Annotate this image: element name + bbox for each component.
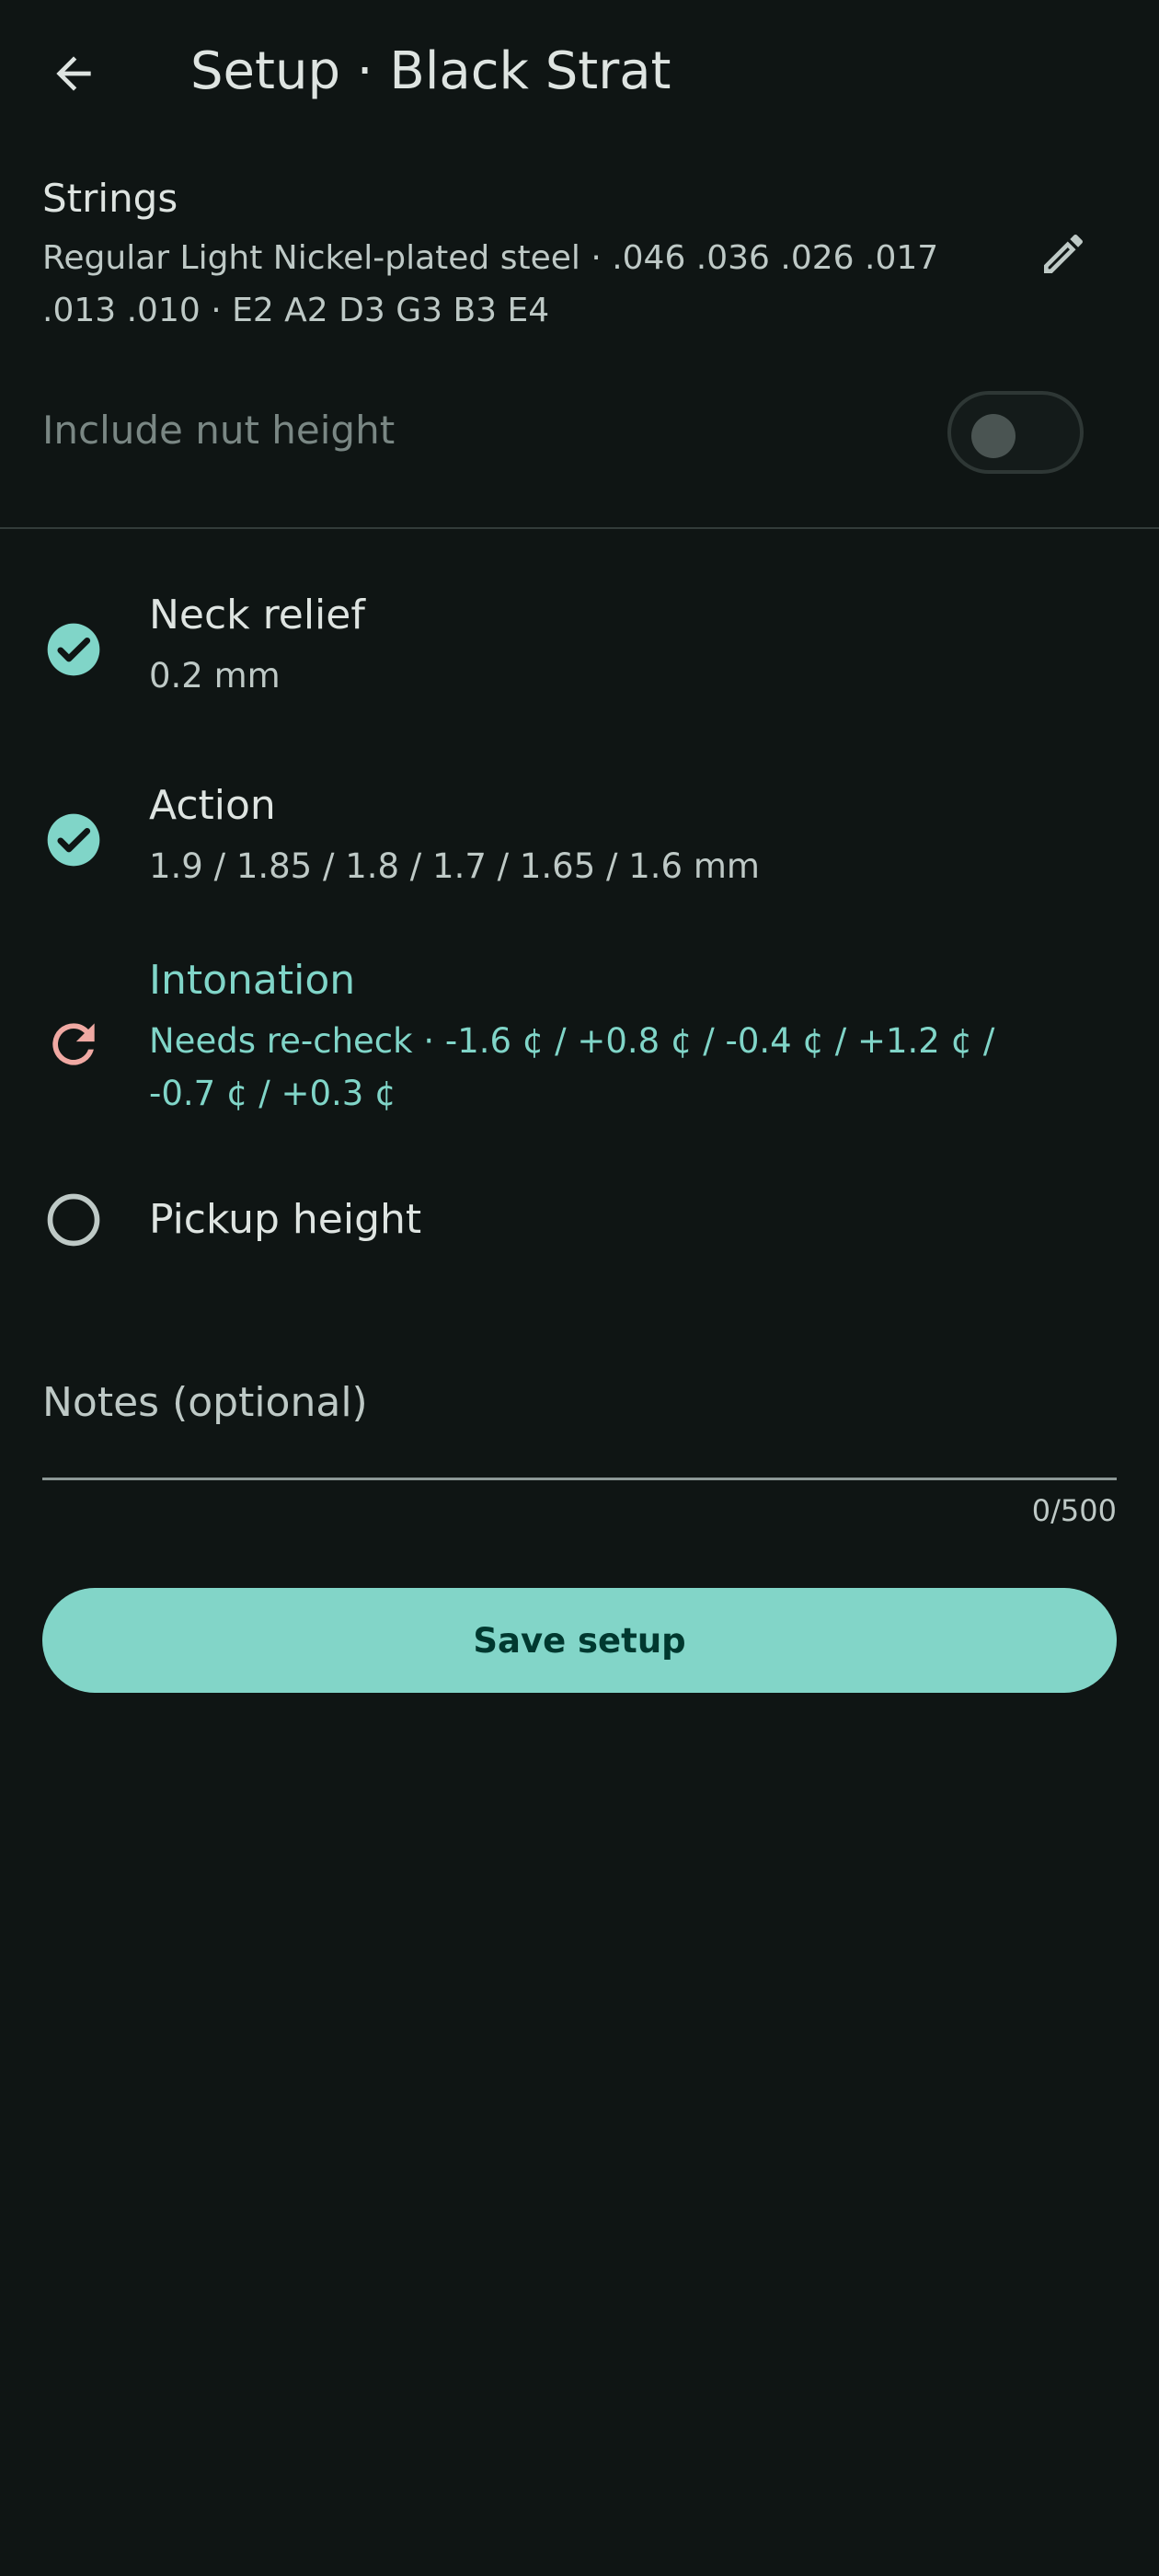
page-title: Setup · Black Strat	[190, 41, 671, 101]
check-circle-icon	[42, 618, 105, 681]
toggle-knob	[971, 414, 1016, 458]
nut-height-toggle[interactable]	[947, 391, 1084, 474]
checklist-item-subtitle: 1.9 / 1.85 / 1.8 / 1.7 / 1.65 / 1.6 mm	[149, 846, 760, 886]
divider	[0, 527, 1159, 529]
strings-heading: Strings	[42, 176, 178, 221]
setup-screen: Setup · Black Strat Strings Regular Ligh…	[0, 0, 1159, 2576]
check-circle-icon	[42, 809, 105, 871]
pencil-icon	[1044, 234, 1084, 273]
checklist-item-intonation[interactable]: Intonation Needs re-check · -1.6 ¢ / +0.…	[0, 954, 1159, 1138]
checklist-item-title: Action	[149, 782, 276, 829]
checklist-item-title: Pickup height	[149, 1196, 422, 1243]
save-setup-button[interactable]: Save setup	[42, 1588, 1117, 1693]
nut-height-label: Include nut height	[42, 408, 396, 453]
empty-circle-icon	[42, 1189, 105, 1251]
notes-placeholder: Notes (optional)	[42, 1379, 368, 1426]
strings-description: Regular Light Nickel-plated steel · .046…	[42, 239, 939, 329]
edit-strings-button[interactable]	[1027, 217, 1100, 291]
checklist-item-title: Intonation	[149, 957, 356, 1004]
checklist-item-pickup-height[interactable]: Pickup height	[0, 1189, 1159, 1299]
checklist-item-title: Neck relief	[149, 592, 365, 638]
checklist-item-subtitle: 0.2 mm	[149, 656, 281, 696]
notes-underline	[42, 1478, 1117, 1480]
back-button[interactable]	[37, 37, 110, 110]
checklist-item-action[interactable]: Action 1.9 / 1.85 / 1.8 / 1.7 / 1.65 / 1…	[0, 779, 1159, 936]
checklist-item-neck-relief[interactable]: Neck relief 0.2 mm	[0, 589, 1159, 745]
notes-char-counter: 0/500	[1031, 1493, 1117, 1528]
app-bar: Setup · Black Strat	[0, 0, 1159, 147]
notes-input[interactable]: Notes (optional)	[42, 1352, 1117, 1481]
checklist-item-subtitle: Needs re-check · -1.6 ¢ / +0.8 ¢ / -0.4 …	[149, 1021, 995, 1113]
arrow-back-icon	[56, 56, 91, 91]
refresh-icon	[42, 1013, 105, 1075]
